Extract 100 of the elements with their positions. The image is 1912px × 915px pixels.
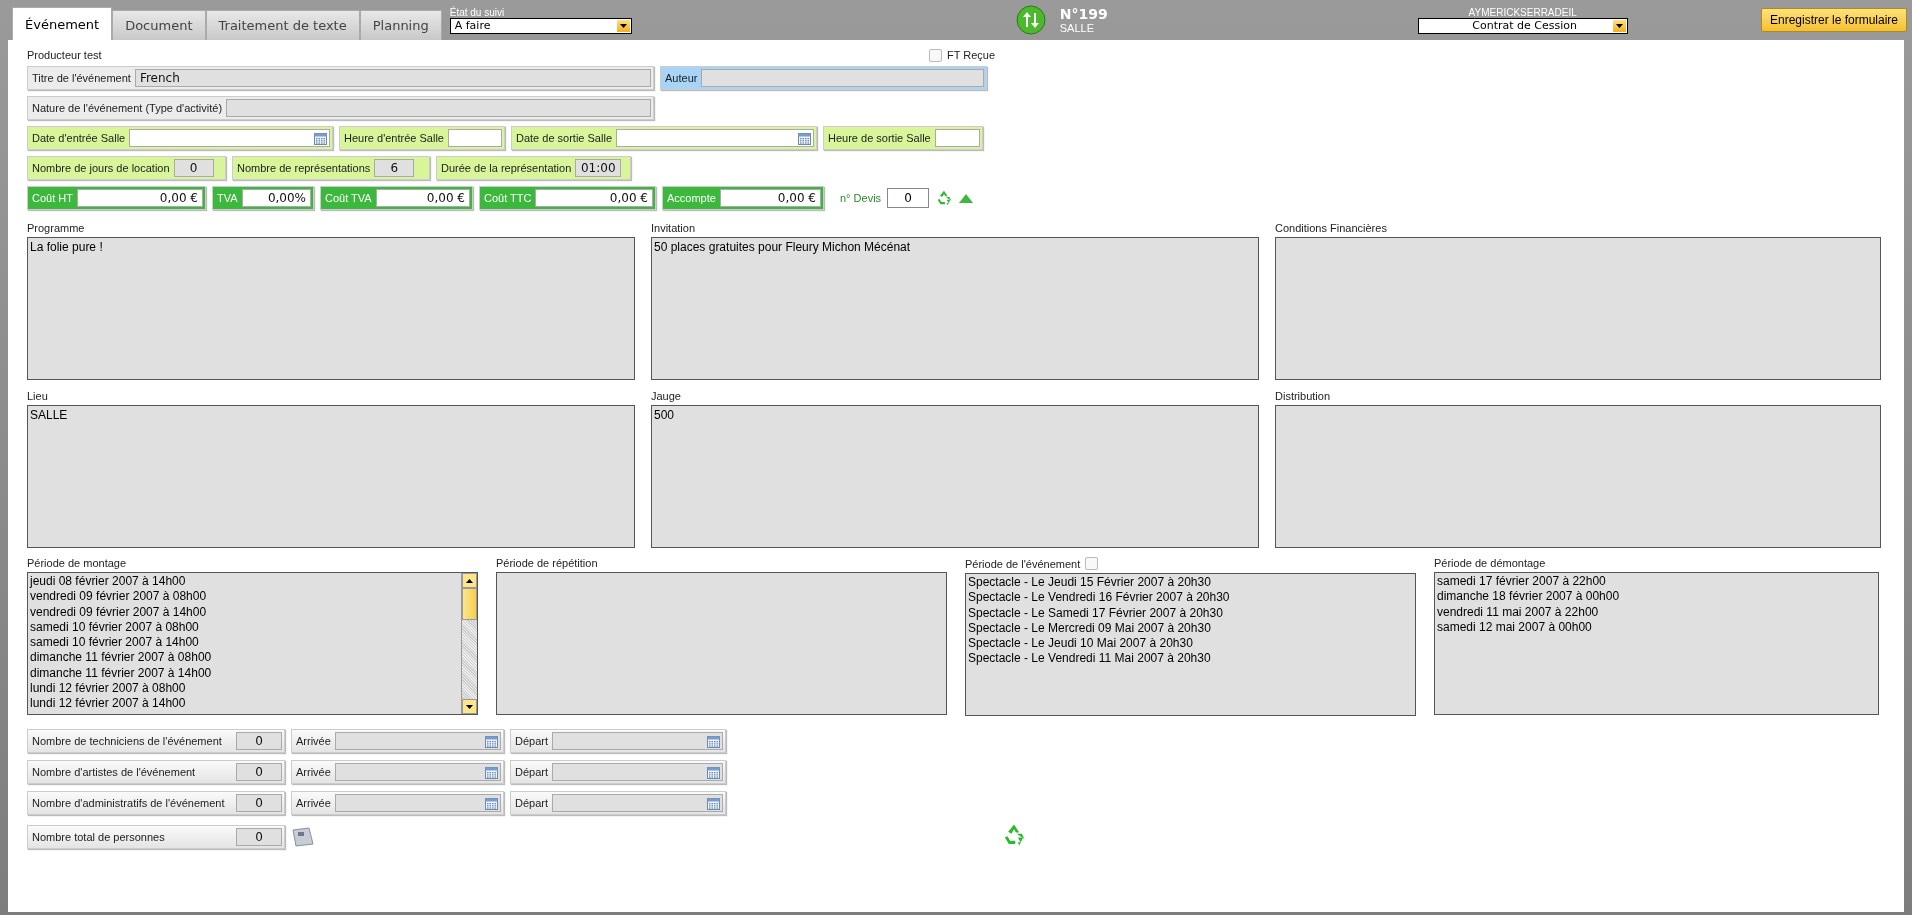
- input-field[interactable]: [616, 129, 814, 147]
- text-area[interactable]: 50 places gratuites pour Fleury Michon Mécénat: [651, 237, 1259, 380]
- count-field[interactable]: Nombre total de personnes 0: [27, 825, 285, 849]
- input-field[interactable]: 0,00 €: [375, 189, 470, 207]
- triangle-up-icon[interactable]: [959, 193, 974, 203]
- input-field[interactable]: 0: [236, 732, 282, 750]
- checkbox[interactable]: [1085, 557, 1099, 570]
- tab[interactable]: Événement: [12, 7, 113, 40]
- calendar-icon[interactable]: [707, 735, 720, 748]
- input-field[interactable]: 0,00 €: [719, 189, 821, 207]
- form-field[interactable]: Nombre de représentations 6: [232, 156, 430, 180]
- input-field[interactable]: 0,00 €: [535, 189, 653, 207]
- devis-field[interactable]: 0: [887, 188, 930, 208]
- text-area[interactable]: SALLE: [27, 405, 635, 548]
- list-entry[interactable]: samedi 10 février 2007 à 08h00: [30, 619, 459, 636]
- form-field[interactable]: Nature de l'événement (Type d'activité): [27, 96, 654, 120]
- contract-dropdown[interactable]: Contrat de Cession: [1417, 17, 1628, 34]
- list-entry[interactable]: jeudi 08 février 2007 à 14h00: [30, 574, 459, 590]
- calendar-icon[interactable]: [485, 797, 498, 810]
- date-field[interactable]: Arrivée: [291, 791, 504, 815]
- form-field[interactable]: Heure de sortie Salle: [823, 126, 983, 150]
- input-field[interactable]: [447, 129, 502, 147]
- scroll-thumb[interactable]: [462, 588, 477, 620]
- input-field[interactable]: 0: [236, 794, 282, 812]
- input-field[interactable]: [334, 794, 501, 812]
- input-field[interactable]: French: [134, 69, 651, 87]
- calendar-icon[interactable]: [707, 766, 720, 779]
- sync-icon[interactable]: [1015, 5, 1046, 35]
- arrow-up-icon[interactable]: [466, 578, 473, 583]
- input-field[interactable]: 6: [374, 159, 415, 177]
- list-entry[interactable]: vendredi 09 février 2007 à 14h00: [30, 604, 459, 620]
- list-entry[interactable]: Spectacle - Le Mercredi 09 Mai 2007 à 20h30: [968, 620, 1413, 637]
- input-field[interactable]: 0: [236, 828, 282, 846]
- calendar-icon[interactable]: [314, 132, 327, 145]
- date-field[interactable]: Arrivée: [291, 729, 504, 753]
- arrow-down-icon[interactable]: [466, 704, 473, 709]
- form-field[interactable]: TVA 0,00%: [212, 186, 314, 210]
- input-field[interactable]: 0: [236, 763, 282, 781]
- list-entry[interactable]: dimanche 11 février 2007 à 08h00: [30, 650, 459, 666]
- input-field[interactable]: [334, 732, 501, 750]
- list-entry[interactable]: vendredi 09 février 2007 à 08h00: [30, 589, 459, 605]
- date-field[interactable]: Départ: [510, 760, 726, 784]
- input-field[interactable]: 0,00%: [241, 189, 311, 207]
- form-field[interactable]: Durée de la représentation 01:00: [436, 156, 631, 180]
- form-field[interactable]: Accompte 0,00 €: [662, 186, 824, 210]
- form-field[interactable]: Coût TVA 0,00 €: [320, 186, 473, 210]
- list-entry[interactable]: Spectacle - Le Jeudi 10 Mai 2007 à 20h30: [968, 636, 1413, 652]
- form-field[interactable]: Titre de l'événement French: [27, 66, 654, 90]
- calendar-icon[interactable]: [798, 132, 811, 145]
- period-list[interactable]: samedi 17 février 2007 à 22h00 dimanche 18 février 2007 à 00h00 vendredi 11 mai 2007 à 22h00 samedi 12 mai 2007 à 00h00: [1434, 572, 1879, 715]
- list-entry[interactable]: Spectacle - Le Samedi 17 Février 2007 à 20h30: [968, 605, 1413, 621]
- count-field[interactable]: Nombre de techniciens de l'événement 0: [27, 729, 285, 753]
- date-field[interactable]: Départ: [510, 729, 726, 753]
- form-field[interactable]: Heure d'entrée Salle: [339, 126, 505, 150]
- list-entry[interactable]: samedi 10 février 2007 à 14h00: [30, 635, 459, 651]
- tab[interactable]: Planning: [359, 10, 442, 40]
- input-field[interactable]: 01:00: [575, 159, 622, 177]
- form-field[interactable]: Coût TTC 0,00 €: [479, 186, 656, 210]
- period-list[interactable]: [965, 573, 1416, 716]
- list-entry[interactable]: Spectacle - Le Jeudi 15 Février 2007 à 20h30: [968, 575, 1413, 591]
- calendar-icon[interactable]: [485, 766, 498, 779]
- input-field[interactable]: [934, 129, 980, 147]
- tab[interactable]: Document: [112, 10, 206, 40]
- input-field[interactable]: [701, 69, 984, 87]
- list-entry[interactable]: Spectacle - Le Vendredi 16 Février 2007 à 20h30: [968, 590, 1413, 606]
- input-field[interactable]: 0: [173, 159, 214, 177]
- list-entry[interactable]: samedi 12 mai 2007 à 00h00: [1437, 619, 1876, 636]
- input-field[interactable]: [334, 763, 501, 781]
- input-field[interactable]: [129, 129, 330, 147]
- list-entry[interactable]: vendredi 11 mai 2007 à 22h00: [1437, 604, 1876, 620]
- text-area[interactable]: La folie pure !: [27, 237, 635, 380]
- list-entry[interactable]: dimanche 11 février 2007 à 14h00: [30, 665, 459, 682]
- input-field[interactable]: [226, 99, 651, 117]
- form-field[interactable]: Nombre de jours de location 0: [27, 156, 226, 180]
- list-entry[interactable]: samedi 17 février 2007 à 22h00: [1437, 574, 1876, 590]
- checkbox[interactable]: [928, 48, 942, 62]
- status-dropdown[interactable]: A faire: [449, 17, 632, 34]
- date-field[interactable]: Départ: [510, 791, 726, 815]
- calendar-icon[interactable]: [707, 797, 720, 810]
- input-field[interactable]: [552, 794, 723, 812]
- input-field[interactable]: [552, 732, 723, 750]
- calendar-icon[interactable]: [485, 735, 498, 748]
- list-entry[interactable]: dimanche 18 février 2007 à 00h00: [1437, 589, 1876, 605]
- count-field[interactable]: Nombre d'administratifs de l'événement 0: [27, 791, 285, 815]
- list-entry[interactable]: Spectacle - Le Vendredi 11 Mai 2007 à 20h30: [968, 651, 1413, 667]
- save-button[interactable]: Enregistrer le formulaire: [1760, 8, 1907, 32]
- keyboard-key-icon[interactable]: [291, 826, 315, 848]
- scrollbar[interactable]: [461, 573, 477, 714]
- tab[interactable]: Traitement de texte: [205, 10, 360, 40]
- input-field[interactable]: 0,00 €: [76, 189, 203, 207]
- list-entry[interactable]: lundi 12 février 2007 à 14h00: [30, 696, 459, 712]
- list-entry[interactable]: lundi 12 février 2007 à 08h00: [30, 681, 459, 697]
- recycle-icon[interactable]: [935, 189, 954, 207]
- count-field[interactable]: Nombre d'artistes de l'événement 0: [27, 760, 285, 784]
- form-field[interactable]: Coût HT 0,00 €: [27, 186, 206, 210]
- date-field[interactable]: Arrivée: [291, 760, 504, 784]
- period-list[interactable]: [27, 572, 478, 715]
- form-field[interactable]: Auteur: [660, 66, 987, 90]
- form-field[interactable]: Date de sortie Salle: [511, 126, 817, 150]
- text-area[interactable]: 500: [651, 405, 1259, 548]
